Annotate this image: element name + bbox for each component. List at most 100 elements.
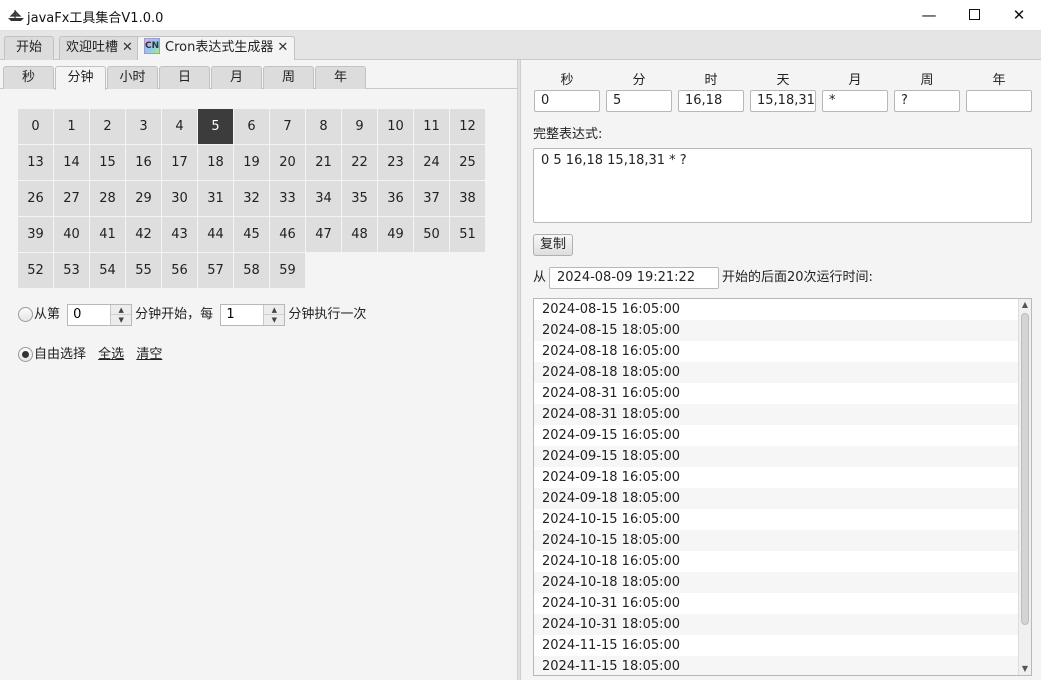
minute-cell[interactable]: 59 (270, 253, 305, 288)
tab-month[interactable]: 月 (211, 66, 262, 89)
interval-radio[interactable] (18, 307, 33, 322)
tab-feedback[interactable]: 欢迎吐槽 ✕ (59, 36, 140, 60)
month-field[interactable]: * (822, 90, 888, 112)
tab-cron-generator[interactable]: CN Cron表达式生成器 ✕ (137, 36, 296, 61)
tab-seconds[interactable]: 秒 (3, 66, 54, 89)
minute-cell[interactable]: 58 (234, 253, 269, 288)
minute-cell[interactable]: 49 (378, 217, 413, 252)
close-window-button[interactable]: ✕ (996, 0, 1041, 31)
maximize-button[interactable] (951, 0, 997, 31)
start-minute-input[interactable] (68, 304, 111, 325)
minute-cell[interactable]: 56 (162, 253, 197, 288)
minimize-button[interactable]: — (906, 0, 952, 31)
list-item[interactable]: 2024-08-31 16:05:00 (534, 383, 1018, 404)
scroll-down-icon[interactable]: ▼ (1019, 663, 1031, 675)
minute-cell[interactable]: 51 (450, 217, 485, 252)
list-item[interactable]: 2024-09-18 18:05:00 (534, 488, 1018, 509)
list-item[interactable]: 2024-10-18 16:05:00 (534, 551, 1018, 572)
minute-cell[interactable]: 22 (342, 145, 377, 180)
minute-cell[interactable]: 11 (414, 109, 449, 144)
minute-cell[interactable]: 16 (126, 145, 161, 180)
minute-cell[interactable]: 46 (270, 217, 305, 252)
minute-cell[interactable]: 18 (198, 145, 233, 180)
list-item[interactable]: 2024-09-18 16:05:00 (534, 467, 1018, 488)
minute-cell[interactable]: 38 (450, 181, 485, 216)
minute-cell[interactable]: 41 (90, 217, 125, 252)
list-item[interactable]: 2024-09-15 18:05:00 (534, 446, 1018, 467)
minute-cell[interactable]: 8 (306, 109, 341, 144)
tab-minutes[interactable]: 分钟 (55, 66, 106, 90)
minute-cell[interactable]: 30 (162, 181, 197, 216)
minute-cell[interactable]: 13 (18, 145, 53, 180)
minute-cell[interactable]: 24 (414, 145, 449, 180)
minute-cell[interactable]: 57 (198, 253, 233, 288)
list-item[interactable]: 2024-11-15 16:05:00 (534, 635, 1018, 656)
spinner-up-icon[interactable]: ▲ (111, 305, 132, 315)
scroll-thumb[interactable] (1021, 313, 1029, 625)
minute-cell[interactable]: 21 (306, 145, 341, 180)
spinner-down-icon[interactable]: ▼ (111, 315, 131, 325)
free-select-radio[interactable] (18, 347, 33, 362)
week-field[interactable]: ? (894, 90, 960, 112)
every-minute-spinner[interactable]: ▲ ▼ (220, 303, 286, 326)
minute-cell[interactable]: 1 (54, 109, 89, 144)
tab-hours[interactable]: 小时 (107, 66, 158, 89)
minute-cell[interactable]: 14 (54, 145, 89, 180)
minute-cell[interactable]: 23 (378, 145, 413, 180)
minute-cell[interactable]: 17 (162, 145, 197, 180)
hour-field[interactable]: 16,18 (678, 90, 744, 112)
start-minute-spinner[interactable]: ▲ ▼ (67, 303, 133, 326)
tab-start[interactable]: 开始 (4, 36, 54, 60)
tab-year[interactable]: 年 (315, 66, 366, 89)
run-times-list[interactable]: 2024-08-15 16:05:00 2024-08-15 18:05:00 20… (533, 298, 1032, 676)
list-item[interactable]: 2024-08-31 18:05:00 (534, 404, 1018, 425)
minute-cell[interactable]: 43 (162, 217, 197, 252)
start-time-input[interactable]: 2024-08-09 19:21:22 (549, 266, 720, 289)
scroll-up-icon[interactable]: ▲ (1019, 299, 1031, 311)
list-scrollbar[interactable]: ▲ ▼ (1018, 299, 1031, 675)
minute-cell[interactable]: 40 (54, 217, 89, 252)
tab-day[interactable]: 日 (159, 66, 210, 89)
minute-cell[interactable]: 20 (270, 145, 305, 180)
day-field[interactable]: 15,18,31 (750, 90, 816, 112)
list-item[interactable]: 2024-08-15 16:05:00 (534, 299, 1018, 320)
every-minute-input[interactable] (221, 304, 264, 325)
minute-cell[interactable]: 44 (198, 217, 233, 252)
list-item[interactable]: 2024-10-31 16:05:00 (534, 593, 1018, 614)
minute-cell[interactable]: 48 (342, 217, 377, 252)
minute-cell[interactable]: 36 (378, 181, 413, 216)
minute-cell[interactable]: 50 (414, 217, 449, 252)
expression-textarea[interactable]: 0 5 16,18 15,18,31 * ? (533, 148, 1032, 223)
minute-cell[interactable]: 31 (198, 181, 233, 216)
select-all-link[interactable]: 全选 (98, 347, 124, 362)
minute-cell[interactable]: 54 (90, 253, 125, 288)
minute-cell[interactable]: 37 (414, 181, 449, 216)
minute-cell[interactable]: 12 (450, 109, 485, 144)
minute-cell[interactable]: 10 (378, 109, 413, 144)
minute-cell[interactable]: 19 (234, 145, 269, 180)
clear-link[interactable]: 清空 (136, 347, 162, 362)
minute-cell[interactable]: 33 (270, 181, 305, 216)
minute-cell[interactable]: 7 (270, 109, 305, 144)
second-field[interactable]: 0 (534, 90, 600, 112)
list-item[interactable]: 2024-10-31 18:05:00 (534, 614, 1018, 635)
minute-cell[interactable]: 4 (162, 109, 197, 144)
minute-cell[interactable]: 2 (90, 109, 125, 144)
spinner-up-icon[interactable]: ▲ (264, 305, 285, 315)
list-item[interactable]: 2024-08-15 18:05:00 (534, 320, 1018, 341)
tab-close-icon[interactable]: ✕ (122, 40, 133, 55)
minute-field[interactable]: 5 (606, 90, 672, 112)
year-field[interactable] (966, 90, 1032, 112)
minute-cell[interactable]: 15 (90, 145, 125, 180)
list-item[interactable]: 2024-10-18 18:05:00 (534, 572, 1018, 593)
minute-cell[interactable]: 52 (18, 253, 53, 288)
minute-cell[interactable]: 29 (126, 181, 161, 216)
copy-button[interactable]: 复制 (533, 234, 573, 256)
list-item[interactable]: 2024-08-18 18:05:00 (534, 362, 1018, 383)
minute-cell[interactable]: 9 (342, 109, 377, 144)
minute-cell[interactable]: 47 (306, 217, 341, 252)
minute-cell[interactable]: 39 (18, 217, 53, 252)
minute-cell[interactable]: 45 (234, 217, 269, 252)
minute-cell[interactable]: 5 (198, 109, 233, 144)
list-item[interactable]: 2024-10-15 16:05:00 (534, 509, 1018, 530)
